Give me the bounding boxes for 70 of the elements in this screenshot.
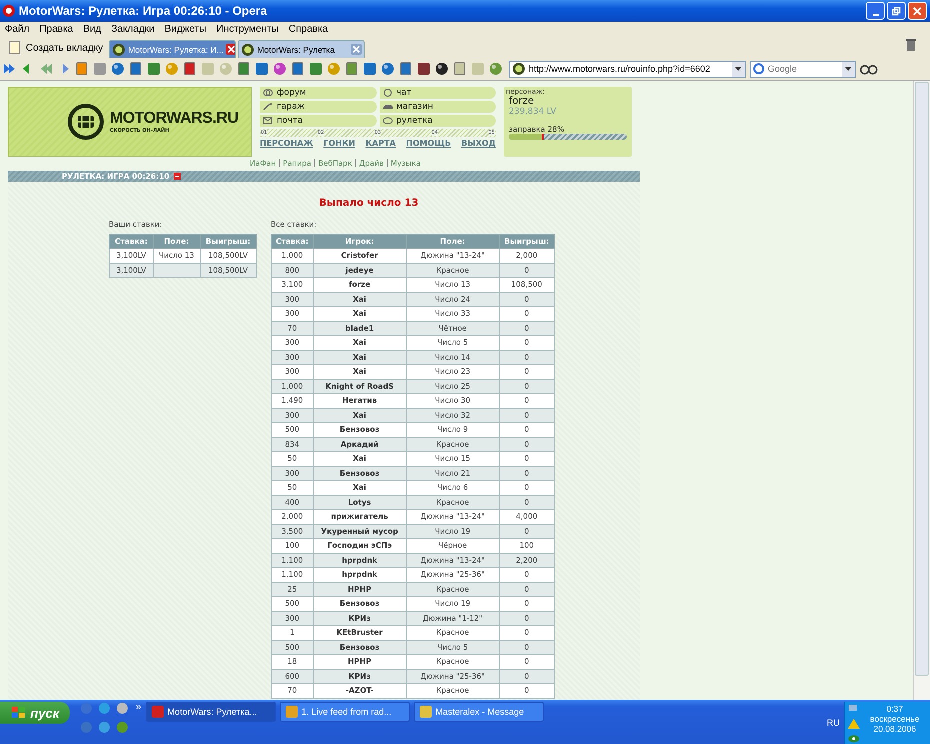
character-money: 239,834 LV (509, 107, 558, 117)
link-icon (263, 117, 273, 125)
search-field[interactable]: Google (768, 64, 839, 74)
site-link[interactable]: чат (380, 87, 496, 99)
taskbar-button[interactable]: MotorWars: Рулетка... (146, 702, 276, 722)
new-tab-button[interactable]: Создать вкладку (4, 38, 108, 58)
more-button[interactable]: » (136, 702, 142, 713)
nav-link[interactable]: ГОНКИ (324, 139, 356, 148)
browser-logo-icon (3, 5, 15, 17)
search-bar[interactable]: Google (750, 60, 856, 78)
page-icon (8, 41, 22, 55)
table-cell (153, 263, 200, 278)
close-icon (913, 6, 922, 16)
menu-item[interactable]: Инструменты (216, 24, 279, 34)
logo-text: MOTORWARS.RU (110, 110, 239, 127)
window-title: MotorWars: Рулетка: Игра 00:26:10 - Opera (19, 4, 268, 18)
site-link[interactable]: рулетка (380, 115, 496, 127)
taskbar-button[interactable]: Masteralex - Message (414, 702, 544, 722)
character-name: forze (509, 96, 536, 107)
site-link[interactable]: гараж (260, 101, 376, 113)
toolbar-icon[interactable] (435, 62, 449, 76)
toolbar-icon[interactable] (417, 62, 431, 76)
scrollbar[interactable] (913, 81, 930, 700)
close-tab-icon[interactable] (226, 44, 236, 55)
logo-icon (67, 103, 105, 141)
browser-tab[interactable]: MotorWars: Рулетка: И... (109, 40, 236, 58)
nav-link[interactable]: ПОМОЩЬ (406, 139, 452, 148)
app-icon (152, 706, 164, 718)
language-indicator[interactable]: RU (827, 718, 840, 728)
close-button[interactable] (908, 2, 927, 20)
site-icon (112, 42, 126, 56)
restore-button[interactable] (887, 2, 906, 20)
menu-item[interactable]: Вид (83, 24, 102, 34)
eye-icon[interactable] (848, 734, 860, 744)
taskbar-button[interactable]: 1. Live feed from rad... (280, 702, 410, 722)
collapse-icon[interactable] (174, 173, 181, 180)
site-link[interactable]: магазин (380, 101, 496, 113)
clock-day: воскресенье (870, 714, 920, 724)
glasses-icon[interactable] (860, 63, 878, 75)
clock-date: 20.08.2006 (874, 724, 916, 734)
dropdown-icon[interactable] (732, 62, 745, 76)
menu-item[interactable]: Виджеты (164, 24, 207, 34)
nav-link[interactable]: КАРТА (366, 139, 396, 148)
site-link[interactable]: почта (260, 115, 376, 127)
app-icon (286, 706, 298, 718)
minimize-icon (872, 14, 878, 16)
app-icon (420, 706, 432, 718)
restore-icon (892, 6, 901, 16)
site-icon (512, 62, 526, 76)
nav-link[interactable]: ВЫХОД (461, 139, 496, 148)
minimize-button[interactable] (866, 2, 885, 20)
dropdown-icon[interactable] (842, 62, 855, 76)
site-link[interactable]: форум (260, 87, 376, 99)
warning-icon[interactable] (848, 719, 860, 732)
menu-item[interactable]: Закладки (111, 24, 155, 34)
menu-item[interactable]: Файл (5, 24, 30, 34)
menu-item[interactable]: Правка (40, 24, 74, 34)
menu-item[interactable]: Справка (288, 24, 328, 34)
windows-logo-icon (10, 706, 26, 720)
nav-link[interactable]: ПЕРСОНАЖ (260, 139, 314, 148)
result-heading: Выпало число 13 (318, 198, 420, 209)
address-field[interactable]: http://www.motorwars.ru/rouinfo.php?id=6602 (509, 60, 746, 78)
clock-time: 0:37 (886, 704, 904, 714)
browser-tab[interactable]: MotorWars: Рулетка (238, 40, 366, 58)
search-engine-icon (753, 63, 765, 75)
site-icon (241, 42, 256, 56)
link-icon (263, 89, 273, 97)
link-icon (263, 103, 273, 111)
start-button[interactable]: пуск (0, 702, 70, 724)
close-tab-icon[interactable] (351, 44, 362, 55)
